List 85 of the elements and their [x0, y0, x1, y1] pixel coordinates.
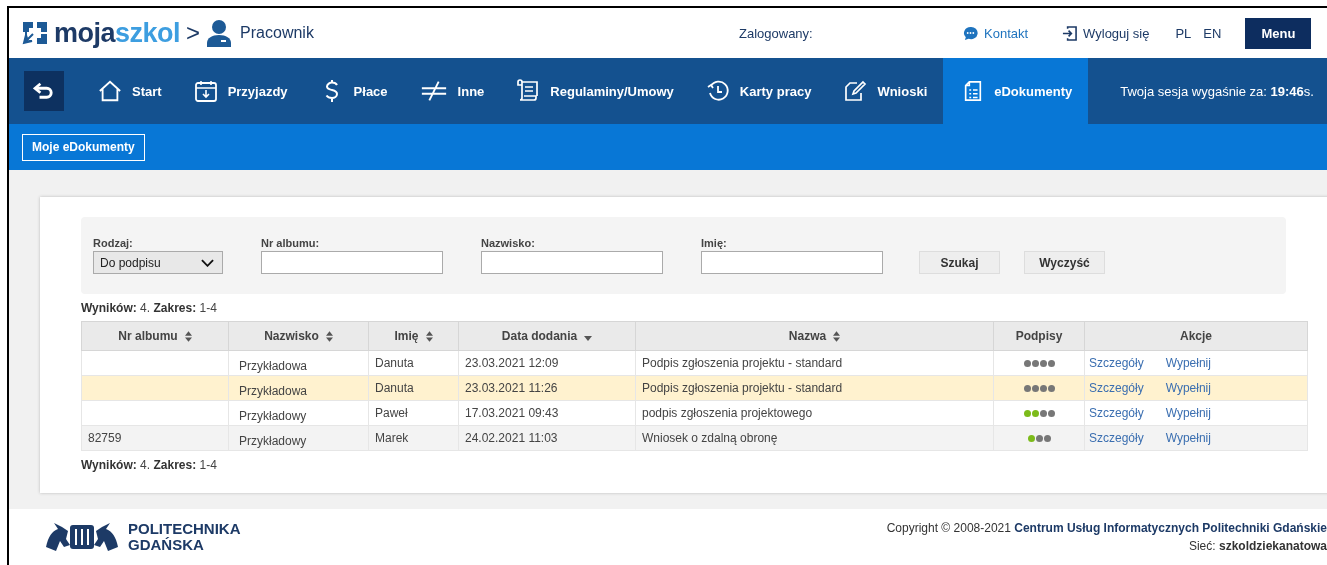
- logo-icon: [21, 20, 49, 46]
- menu-button[interactable]: Menu: [1245, 17, 1312, 49]
- input-field[interactable]: [481, 251, 663, 274]
- user-icon: [206, 19, 233, 47]
- language-link[interactable]: PL: [1175, 25, 1192, 41]
- sort-icon: [325, 330, 333, 342]
- table-cell: podpis zgłoszenia projektowego: [635, 400, 994, 426]
- table-cell: Podpis zgłoszenia projektu - standard: [635, 350, 994, 376]
- chevron-down-icon: [201, 258, 214, 267]
- home-icon: [98, 79, 122, 103]
- not-equal-icon: [419, 79, 448, 103]
- sort-icon: [184, 330, 192, 342]
- sort-descending-icon: [584, 335, 593, 341]
- network-info: Sieć: szkoldziekanatowa: [1188, 539, 1327, 553]
- sort-icon: [425, 330, 433, 342]
- search-button[interactable]: Szukaj: [919, 251, 1000, 274]
- logged-in-label: Zalogowany:: [739, 25, 814, 41]
- fill-link[interactable]: Wypełnij: [1165, 381, 1211, 395]
- nav-tab[interactable]: Płace: [303, 58, 404, 124]
- calendar-icon: [193, 79, 218, 103]
- field-label: Imię:: [701, 237, 728, 249]
- field-label: Nr albumu:: [261, 237, 321, 249]
- clear-button[interactable]: Wyczyść: [1024, 251, 1105, 274]
- table-cell: Podpis zgłoszenia projektu - standard: [635, 375, 994, 401]
- table-cell: Przykładowa: [228, 375, 369, 401]
- chat-icon: [963, 25, 978, 41]
- table-cell: Danuta: [368, 350, 459, 376]
- field-label: Rodzaj:: [93, 237, 134, 249]
- column-header: Akcje: [1084, 321, 1308, 351]
- details-link[interactable]: Szczegóły: [1089, 406, 1144, 420]
- scroll-icon: [516, 79, 541, 103]
- table-cell: 17.03.2021 09:43: [458, 400, 636, 426]
- nav-tab[interactable]: Start: [82, 58, 178, 124]
- fill-link[interactable]: Wypełnij: [1165, 356, 1211, 370]
- nav-tab[interactable]: Karty pracy: [689, 58, 828, 124]
- nav-tab[interactable]: Regulaminy/Umowy: [500, 58, 690, 124]
- nav-tab[interactable]: Przyjazdy: [177, 58, 304, 124]
- owner-link[interactable]: Centrum Usług Informatycznych Politechniki Gdańskie: [1014, 521, 1327, 535]
- logout-link[interactable]: Wyloguj się: [1062, 25, 1150, 41]
- column-header[interactable]: Nazwisko: [228, 321, 369, 351]
- my-edocuments-button[interactable]: Moje eDokumenty: [22, 133, 145, 161]
- table-cell: Marek: [368, 425, 459, 451]
- column-header[interactable]: Nazwa: [635, 321, 994, 351]
- table-cell: Przykładowa: [228, 350, 369, 376]
- fill-link[interactable]: Wypełnij: [1165, 431, 1211, 445]
- contact-link[interactable]: Kontakt: [963, 25, 1029, 41]
- column-header[interactable]: Data dodania: [458, 321, 636, 351]
- session-timer: Twoja sesja wygaśnie za: 19:46s.: [1120, 83, 1314, 99]
- nav-tab[interactable]: Inne: [403, 58, 501, 124]
- table-cell: 23.03.2021 11:26: [458, 375, 636, 401]
- input-field[interactable]: [701, 251, 883, 274]
- table-cell: Paweł: [368, 400, 459, 426]
- field-label: Nazwisko:: [481, 237, 536, 249]
- input-field[interactable]: [261, 251, 443, 274]
- logout-icon: [1062, 25, 1078, 41]
- language-link[interactable]: EN: [1203, 25, 1222, 41]
- type-select[interactable]: Do podpisu: [93, 251, 223, 274]
- back-button[interactable]: [24, 71, 64, 111]
- table-cell: 24.02.2021 11:03: [458, 425, 636, 451]
- column-header: Podpisy: [993, 321, 1085, 351]
- column-header[interactable]: Imię: [368, 321, 459, 351]
- logo-text: mojaszkol: [54, 17, 181, 49]
- breadcrumb-separator: >: [186, 19, 201, 47]
- table-cell: Przykładowy: [228, 400, 369, 426]
- history-icon: [705, 79, 730, 103]
- role-label: Pracownik: [240, 24, 314, 42]
- copyright-text: Copyright © 2008-2021 Centrum Usług Informatycznych Politechniki Gdańskie: [886, 521, 1327, 535]
- results-summary: Wyników: 4. Zakres: 1-4: [81, 301, 218, 315]
- details-link[interactable]: Szczegóły: [1089, 356, 1144, 370]
- edit-icon: [843, 79, 868, 103]
- table-cell: Przykładowy: [228, 425, 369, 451]
- nav-tab[interactable]: eDokumenty: [943, 58, 1089, 124]
- results-summary: Wyników: 4. Zakres: 1-4: [81, 458, 218, 472]
- details-link[interactable]: Szczegóły: [1089, 431, 1144, 445]
- details-link[interactable]: Szczegóły: [1089, 381, 1144, 395]
- table-cell: Danuta: [368, 375, 459, 401]
- table-cell: 82759: [81, 425, 229, 451]
- sort-icon: [833, 330, 841, 342]
- back-arrow-icon: [33, 82, 55, 100]
- table-cell: Wniosek o zdalną obronę: [635, 425, 994, 451]
- table-cell: 23.03.2021 12:09: [458, 350, 636, 376]
- university-name: POLITECHNIKA GDAŃSKA: [128, 521, 241, 553]
- column-header[interactable]: Nr albumu: [81, 321, 229, 351]
- nav-tab[interactable]: Wnioski: [827, 58, 944, 124]
- fill-link[interactable]: Wypełnij: [1165, 406, 1211, 420]
